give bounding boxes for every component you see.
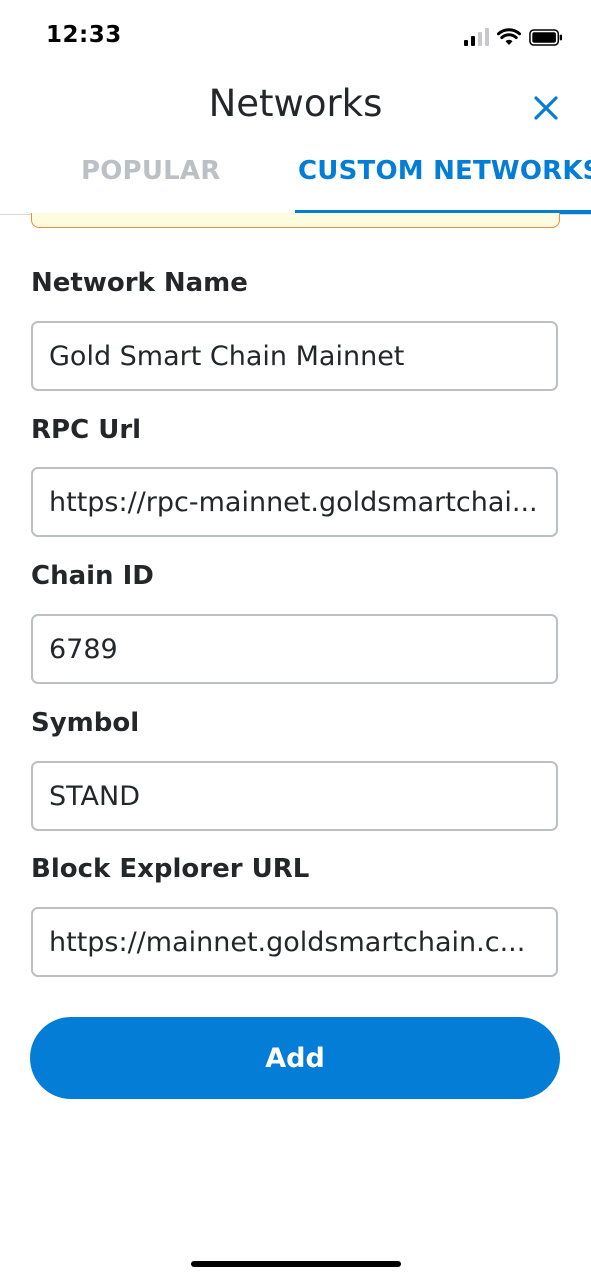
rpc-url-value: https://rpc-mainnet.goldsmartchai... xyxy=(49,486,538,518)
network-name-input[interactable]: Gold Smart Chain Mainnet xyxy=(31,321,558,391)
block-explorer-url-input[interactable]: https://mainnet.goldsmartchain.c... xyxy=(31,907,558,977)
header: Networks xyxy=(0,72,591,140)
wifi-icon xyxy=(497,28,521,45)
symbol-input[interactable]: STAND xyxy=(31,761,558,831)
tab-popular[interactable]: POPULAR xyxy=(81,156,220,186)
rpc-url-input[interactable]: https://rpc-mainnet.goldsmartchai... xyxy=(31,467,558,537)
warning-banner xyxy=(31,213,560,228)
status-time: 12:33 xyxy=(46,22,122,48)
chain-id-value: 6789 xyxy=(49,633,118,665)
home-indicator xyxy=(191,1261,401,1267)
tab-custom-networks[interactable]: CUSTOM NETWORKS xyxy=(298,156,591,186)
network-tabs: POPULAR CUSTOM NETWORKS xyxy=(0,148,591,215)
close-icon[interactable] xyxy=(530,92,562,124)
status-icons xyxy=(464,26,563,48)
symbol-label: Symbol xyxy=(31,708,140,738)
rpc-url-label: RPC Url xyxy=(31,415,142,445)
cellular-signal-icon xyxy=(464,28,489,46)
status-bar: 12:33 xyxy=(0,0,591,72)
page-title: Networks xyxy=(208,82,383,125)
chain-id-label: Chain ID xyxy=(31,561,154,591)
network-name-value: Gold Smart Chain Mainnet xyxy=(49,340,405,372)
symbol-value: STAND xyxy=(49,780,140,812)
add-button[interactable]: Add xyxy=(30,1017,560,1099)
block-explorer-url-value: https://mainnet.goldsmartchain.c... xyxy=(49,926,526,958)
chain-id-input[interactable]: 6789 xyxy=(31,614,558,684)
battery-icon xyxy=(529,28,563,46)
block-explorer-url-label: Block Explorer URL xyxy=(31,854,310,884)
network-name-label: Network Name xyxy=(31,268,248,298)
